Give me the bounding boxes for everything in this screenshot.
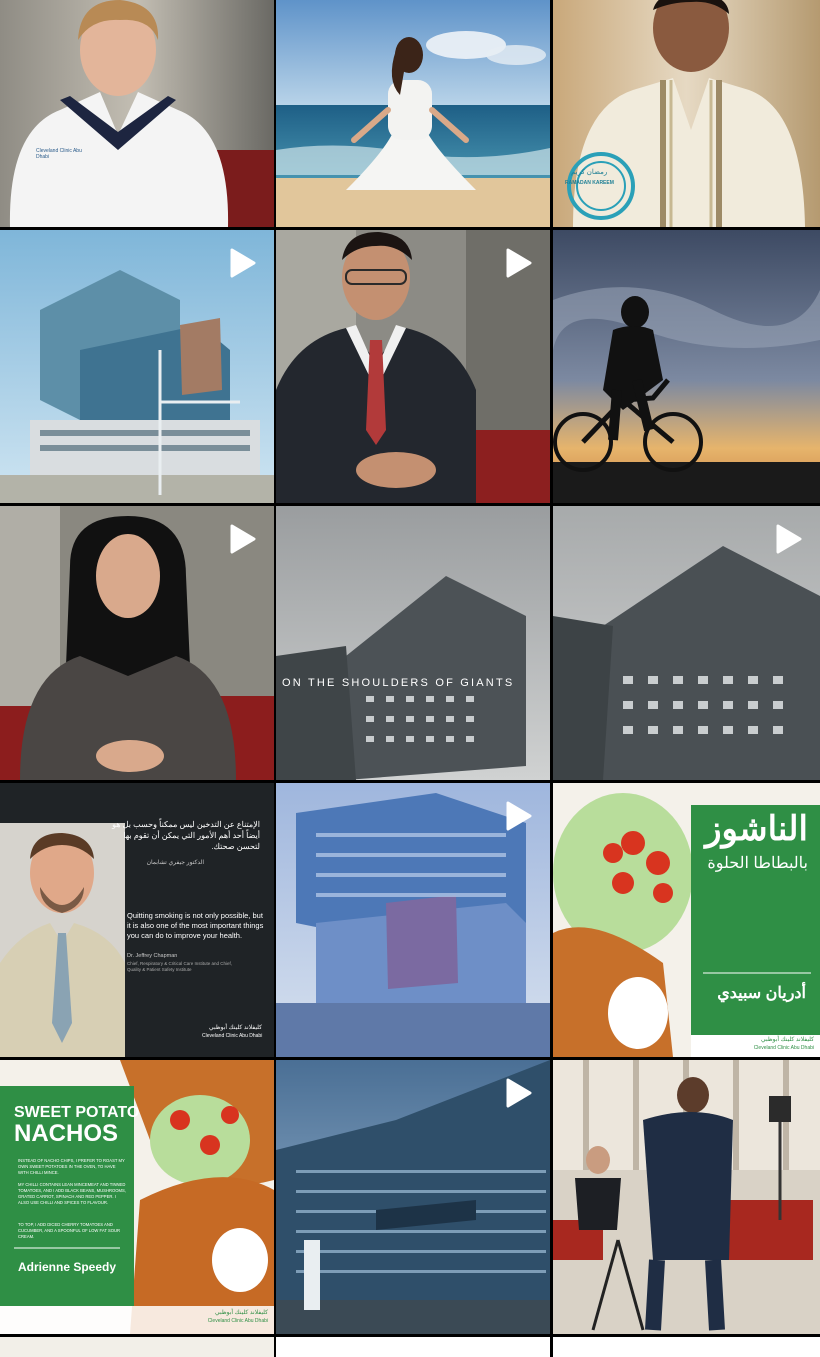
logo-arabic: كليفلاند كلينك أبوظبي (209, 1025, 262, 1031)
grid-post-hospital-blue[interactable] (276, 783, 550, 1057)
grid-post-beach-meditation[interactable] (276, 0, 550, 227)
video-title-overlay: ON THE SHOULDERS OF GIANTS (282, 677, 515, 689)
recipe-title-line2: NACHOS (14, 1120, 119, 1147)
grid-post-cyclist-sunset[interactable] (553, 230, 820, 503)
recipe-body-2: MY CHILLI CONTAINS LEAN MINCEMEAT AND TI… (18, 1182, 126, 1205)
grid-post-partial-2[interactable] (276, 1337, 550, 1357)
quote-arabic: الإمتناع عن التدخين ليس ممكناً وحسب بل ه… (112, 820, 260, 851)
logo-arabic: كليفلاند كلينك أبوظبي (761, 1037, 814, 1043)
video-play-icon (500, 246, 534, 280)
recipe-title-arabic: الناشوز (705, 810, 808, 848)
ramadan-badge-ar: رمضان كريم (571, 169, 608, 176)
quote-author-arabic: الدكتور جيفري تشابمان (146, 860, 204, 866)
recipe-author-arabic: أدريان سبيدي (717, 985, 806, 1002)
grid-post-partial-1[interactable] (0, 1337, 274, 1357)
shirt-logo-text: Cleveland Clinic Abu Dhabi (36, 148, 82, 160)
grid-post-hospital-dusk[interactable] (276, 1060, 550, 1334)
quote-author-name: Dr. Jeffrey Chapman (127, 953, 178, 959)
profile-post-grid: Cleveland Clinic Abu Dhabi رمضان كريم RA… (0, 0, 820, 1357)
recipe-subtitle-arabic: بالبطاطا الحلوة (707, 855, 808, 872)
video-play-icon (224, 522, 258, 556)
grid-post-woman-hijab[interactable] (0, 506, 274, 780)
grid-post-man-in-suit[interactable] (276, 230, 550, 503)
video-play-icon (770, 522, 804, 556)
recipe-body-1: INSTEAD OF NACHO CHIPS, I PREFER TO ROAS… (18, 1158, 125, 1175)
grid-post-shoulders-of-giants[interactable]: ON THE SHOULDERS OF GIANTS (276, 506, 550, 780)
logo-english: Cleveland Clinic Abu Dhabi (207, 1318, 268, 1324)
grid-post-nachos-arabic[interactable]: الناشوز بالبطاطا الحلوة أدريان سبيدي كلي… (553, 783, 820, 1057)
logo-english: Cleveland Clinic Abu Dhabi (753, 1045, 814, 1051)
grid-post-partial-3[interactable] (553, 1337, 820, 1357)
ramadan-badge-en: RAMADAN KAREEM (565, 180, 614, 186)
video-play-icon (500, 799, 534, 833)
grid-post-nachos-english[interactable]: SWEET POTATO NACHOS INSTEAD OF NACHO CHI… (0, 1060, 274, 1334)
grid-post-hospital-building[interactable] (0, 230, 274, 503)
logo-arabic: كليفلاند كلينك أبوظبي (215, 1310, 268, 1316)
quote-author-title: Chief, Respiratory & Critical Care Insti… (127, 961, 233, 972)
grid-post-ramadan-kareem[interactable]: رمضان كريم RAMADAN KAREEM (553, 0, 820, 227)
recipe-body-3: TO TOP, I ADD DICED CHERRY TOMATOES AND … (18, 1222, 121, 1239)
grid-post-film-crew[interactable] (553, 1060, 820, 1334)
video-play-icon (500, 1076, 534, 1110)
quote-english: Quitting smoking is not only possible, b… (127, 911, 264, 940)
grid-post-nurse[interactable]: Cleveland Clinic Abu Dhabi (0, 0, 274, 227)
grid-post-quit-smoking-quote[interactable]: الإمتناع عن التدخين ليس ممكناً وحسب بل ه… (0, 783, 274, 1057)
video-play-icon (224, 246, 258, 280)
recipe-author: Adrienne Speedy (18, 1260, 117, 1274)
logo-english: Cleveland Clinic Abu Dhabi (202, 1033, 263, 1039)
grid-post-building-gray[interactable] (553, 506, 820, 780)
